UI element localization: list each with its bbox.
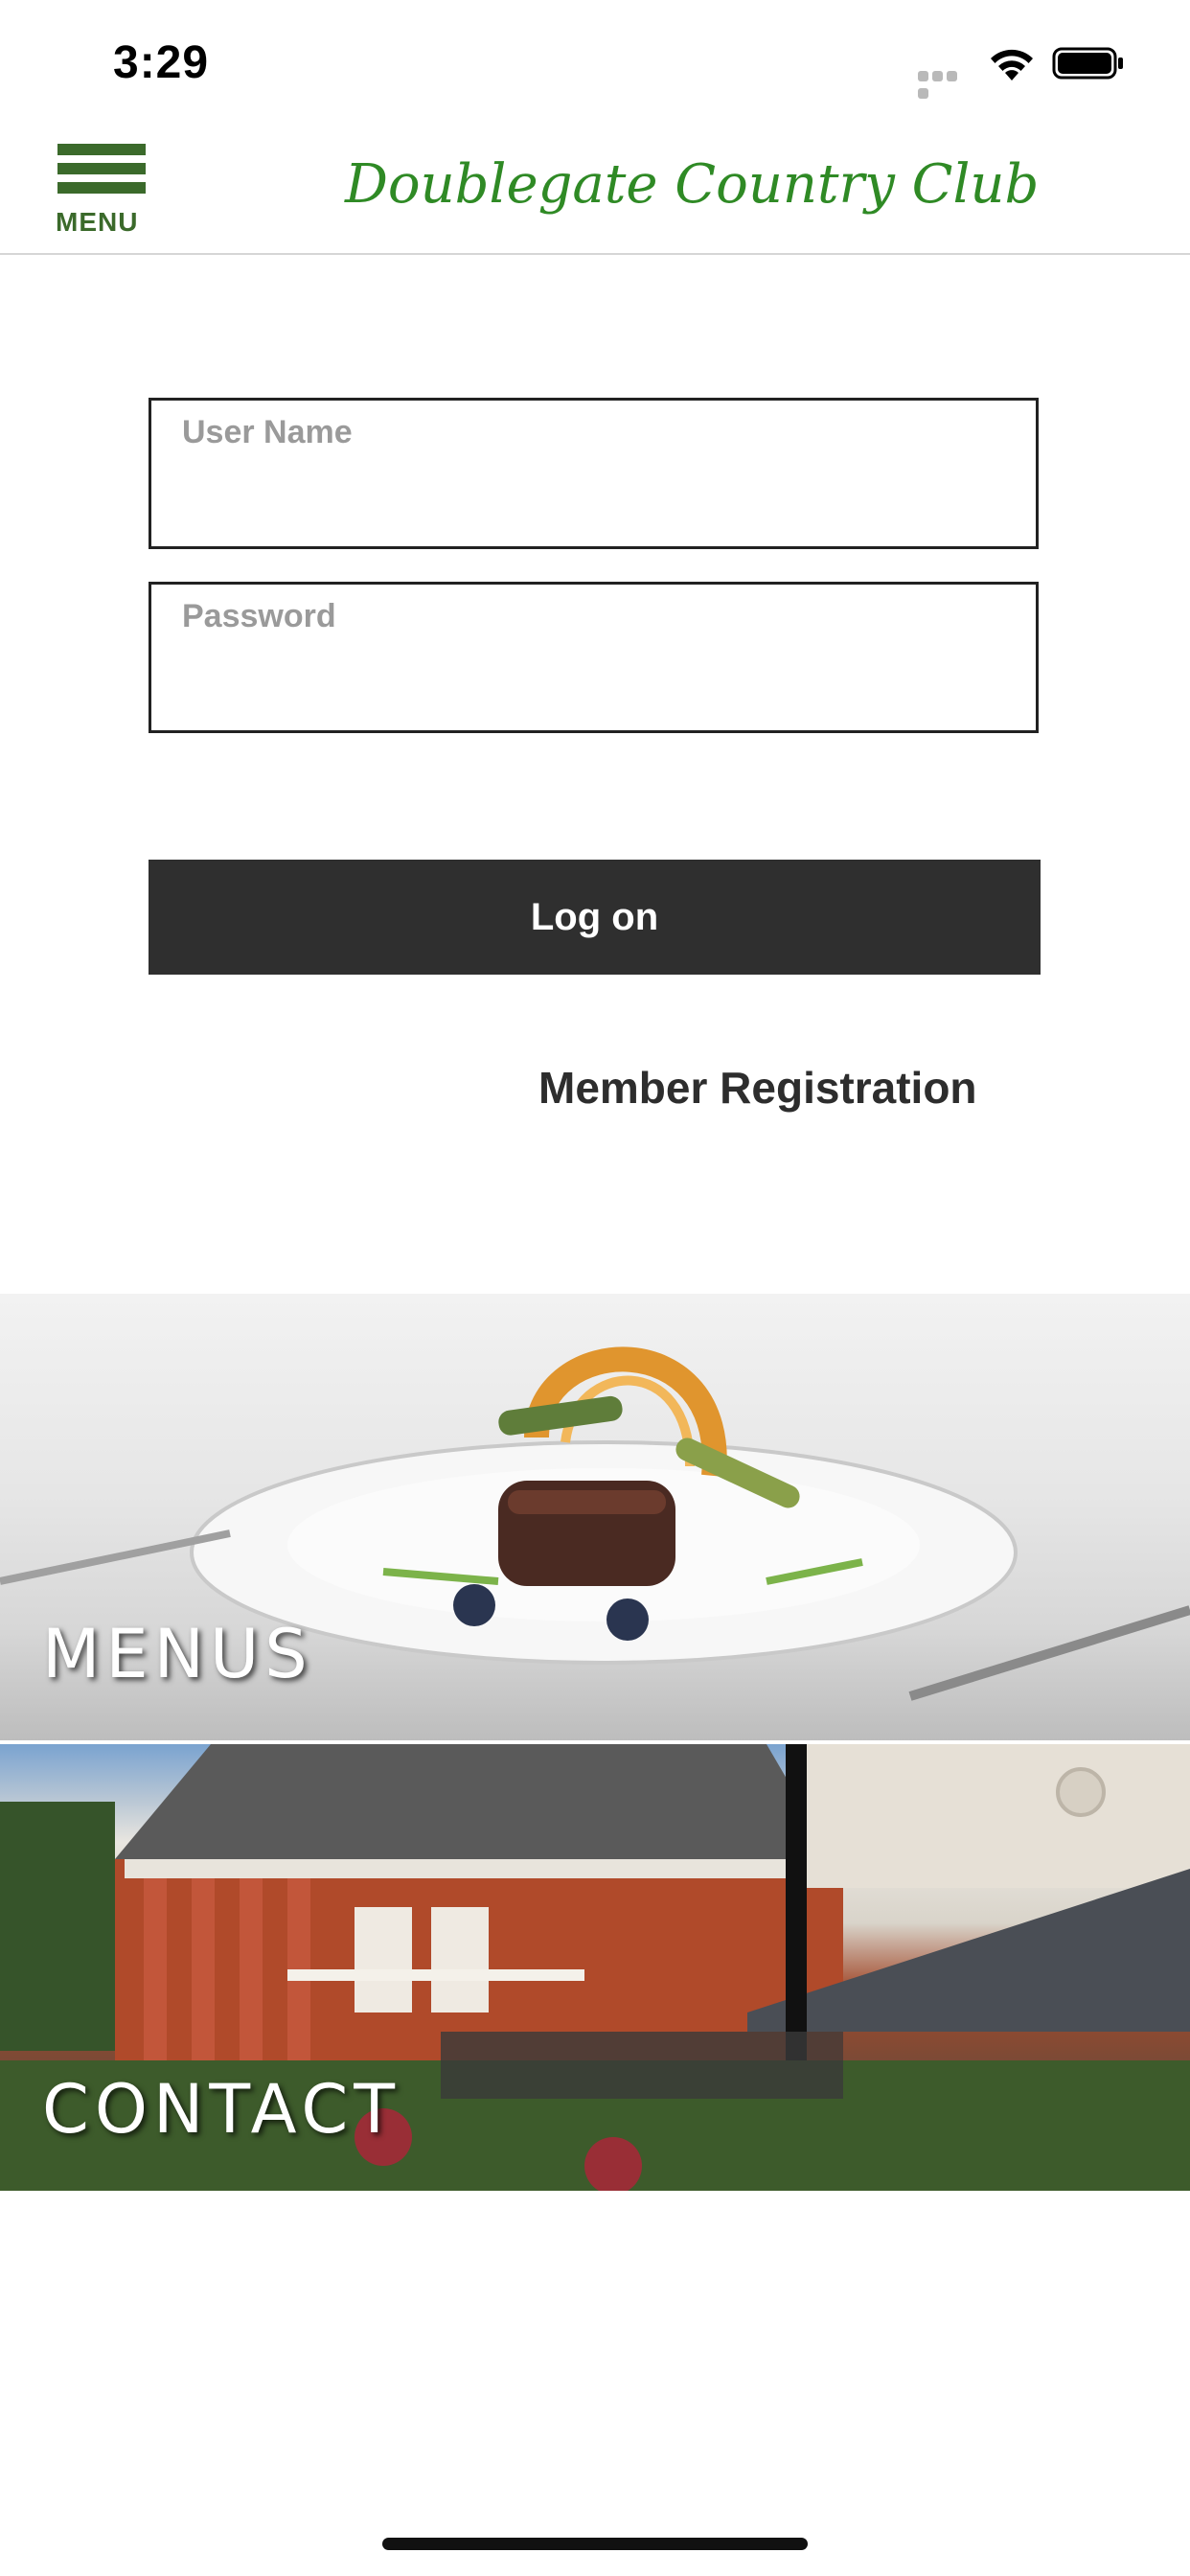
menus-tile-label: MENUS	[42, 1615, 313, 1693]
member-registration-link[interactable]: Member Registration	[538, 1062, 977, 1114]
logon-button[interactable]: Log on	[149, 860, 1041, 975]
signal-icon	[918, 69, 973, 99]
wifi-icon	[991, 49, 1033, 80]
status-bar: 3:29	[0, 0, 1190, 126]
menu-label: MENU	[56, 207, 139, 237]
contact-tile-label: CONTACT	[42, 2070, 400, 2149]
password-label: Password	[182, 598, 336, 634]
club-logo: Doublegate Country Club	[345, 153, 1040, 216]
username-field[interactable]: User Name	[149, 398, 1039, 549]
battery-icon	[1052, 47, 1123, 80]
nav-bar: MENU Doublegate Country Club	[0, 126, 1190, 255]
username-input[interactable]	[182, 470, 1010, 529]
password-input[interactable]	[182, 654, 1010, 713]
status-time: 3:29	[113, 37, 210, 88]
home-indicator[interactable]	[382, 2538, 808, 2550]
contact-tile[interactable]: CONTACT	[0, 1744, 1190, 2191]
username-label: User Name	[182, 414, 353, 450]
menu-button[interactable]: MENU	[54, 144, 149, 240]
hamburger-menu-icon	[57, 144, 146, 201]
password-field[interactable]: Password	[149, 582, 1039, 733]
menus-tile[interactable]: MENUS	[0, 1294, 1190, 1740]
